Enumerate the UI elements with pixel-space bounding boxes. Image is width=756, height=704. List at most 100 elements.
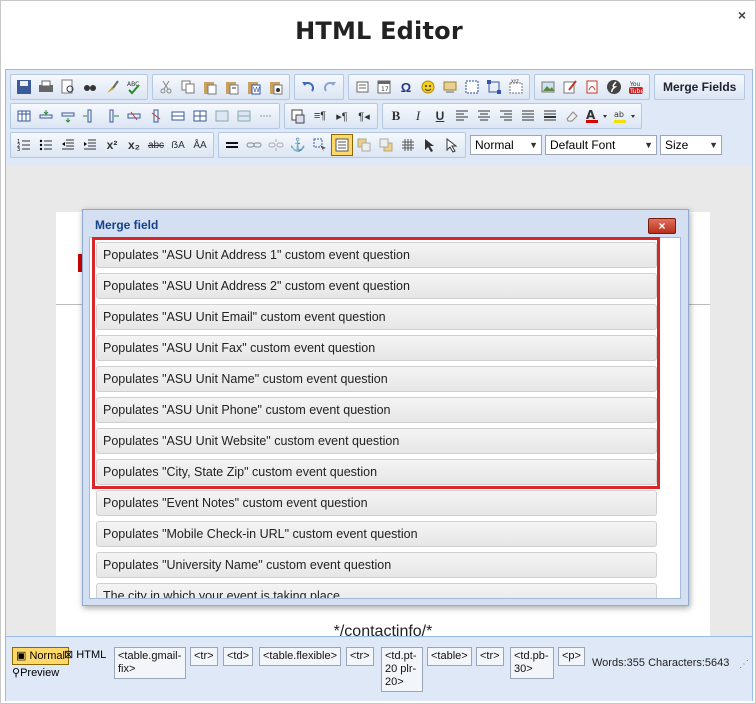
paste-text-icon[interactable] xyxy=(221,76,243,98)
find-icon[interactable] xyxy=(79,76,101,98)
italic-icon[interactable]: I xyxy=(407,105,429,127)
hr-small-icon[interactable] xyxy=(255,105,277,127)
merge-field-item[interactable]: Populates "City, State Zip" custom event… xyxy=(96,459,657,485)
breadcrumb-item[interactable]: <tr> xyxy=(190,647,218,666)
table-icon[interactable] xyxy=(13,105,35,127)
rtl-icon[interactable] xyxy=(287,105,309,127)
spellcheck-icon[interactable]: ABC xyxy=(123,76,145,98)
justify-icon[interactable] xyxy=(517,105,539,127)
paste-html-icon[interactable] xyxy=(265,76,287,98)
table-props-icon[interactable] xyxy=(233,105,255,127)
breadcrumb-item[interactable]: <td> xyxy=(223,647,254,666)
breadcrumb-item[interactable]: <table.gmail-fix> xyxy=(114,647,186,679)
merge-field-item[interactable]: Populates "ASU Unit Phone" custom event … xyxy=(96,397,657,423)
font-select[interactable]: Default Font ▼ xyxy=(545,135,657,155)
insert-form-icon[interactable] xyxy=(351,76,373,98)
format-select[interactable]: Normal ▼ xyxy=(470,135,542,155)
merge-cells-icon[interactable] xyxy=(167,105,189,127)
breadcrumb-item[interactable]: <table.flexible> xyxy=(259,647,341,666)
show-borders-icon[interactable] xyxy=(461,76,483,98)
ordered-list-icon[interactable]: 123 xyxy=(13,134,35,156)
paragraph-rtl-icon[interactable]: ¶◂ xyxy=(353,105,375,127)
image-map-icon[interactable] xyxy=(439,76,461,98)
pointer-icon[interactable] xyxy=(419,134,441,156)
image-icon[interactable] xyxy=(537,76,559,98)
template-icon[interactable]: XYZ xyxy=(505,76,527,98)
merge-field-item[interactable]: Populates "ASU Unit Website" custom even… xyxy=(96,428,657,454)
underline-icon[interactable]: U xyxy=(429,105,451,127)
insert-date-icon[interactable]: 17 xyxy=(373,76,395,98)
unlink-icon[interactable] xyxy=(265,134,287,156)
select-icon[interactable] xyxy=(309,134,331,156)
bold-icon[interactable]: B xyxy=(385,105,407,127)
grid-icon[interactable] xyxy=(397,134,419,156)
paste-icon[interactable] xyxy=(199,76,221,98)
merge-field-list[interactable]: Populates "ASU Unit Address 1" custom ev… xyxy=(89,237,681,599)
cell-props-icon[interactable] xyxy=(211,105,233,127)
save-icon[interactable] xyxy=(13,76,35,98)
layers-icon[interactable] xyxy=(375,134,397,156)
split-cells-icon[interactable] xyxy=(189,105,211,127)
strike-format-icon[interactable] xyxy=(539,105,561,127)
anchor-box-icon[interactable] xyxy=(483,76,505,98)
indent-icon[interactable] xyxy=(79,134,101,156)
copy-icon[interactable] xyxy=(177,76,199,98)
preview-icon[interactable] xyxy=(57,76,79,98)
special-char-icon[interactable]: Ω xyxy=(395,76,417,98)
redo-icon[interactable] xyxy=(319,76,341,98)
breadcrumb-item[interactable]: <p> xyxy=(558,647,585,666)
insert-col-left-icon[interactable] xyxy=(79,105,101,127)
outdent-icon[interactable] xyxy=(57,134,79,156)
superscript-icon[interactable]: x² xyxy=(101,134,123,156)
merge-field-item[interactable]: Populates "ASU Unit Address 1" custom ev… xyxy=(96,242,657,268)
merge-fields-button[interactable]: Merge Fields xyxy=(657,76,742,98)
paste-word-icon[interactable]: W xyxy=(243,76,265,98)
paragraph-icon[interactable]: ▸¶ xyxy=(331,105,353,127)
breadcrumb-item[interactable]: <tr> xyxy=(346,647,374,666)
flash-icon[interactable] xyxy=(603,76,625,98)
subscript-icon[interactable]: x₂ xyxy=(123,134,145,156)
clean-icon[interactable] xyxy=(101,76,123,98)
resize-grip-icon[interactable]: ⋰ xyxy=(739,659,749,670)
strikethrough-icon[interactable]: abc xyxy=(145,134,167,156)
case-icon[interactable]: ẞA xyxy=(167,134,189,156)
insert-row-above-icon[interactable] xyxy=(35,105,57,127)
insert-col-right-icon[interactable] xyxy=(101,105,123,127)
merge-field-item[interactable]: Populates "ASU Unit Email" custom event … xyxy=(96,304,657,330)
highlight-color-icon[interactable]: ab xyxy=(611,105,639,127)
print-icon[interactable] xyxy=(35,76,57,98)
case-alt-icon[interactable]: ÅA xyxy=(189,134,211,156)
horizontal-rule-icon[interactable] xyxy=(221,134,243,156)
mode-normal-button[interactable]: ▣ Normal xyxy=(12,647,69,665)
align-center-icon[interactable] xyxy=(473,105,495,127)
eraser-icon[interactable] xyxy=(561,105,583,127)
merge-field-item[interactable]: The city in which your event is taking p… xyxy=(96,583,657,598)
delete-col-icon[interactable] xyxy=(145,105,167,127)
merge-field-item[interactable]: Populates "ASU Unit Name" custom event q… xyxy=(96,366,657,392)
youtube-icon[interactable]: You Tube xyxy=(625,76,647,98)
merge-field-item[interactable]: Populates "ASU Unit Address 2" custom ev… xyxy=(96,273,657,299)
font-color-icon[interactable]: A xyxy=(583,105,611,127)
text-box-icon[interactable] xyxy=(331,134,353,156)
merge-field-item[interactable]: Populates "Mobile Check-in URL" custom e… xyxy=(96,521,657,547)
merge-field-item[interactable]: Populates "ASU Unit Fax" custom event qu… xyxy=(96,335,657,361)
anchor-icon[interactable]: ⚓ xyxy=(287,134,309,156)
close-dialog-button[interactable]: × xyxy=(734,7,750,23)
mode-preview-button[interactable]: ⚲Preview xyxy=(12,665,59,681)
pointer-alt-icon[interactable] xyxy=(441,134,463,156)
ltr-icon[interactable]: ≡¶ xyxy=(309,105,331,127)
link-icon[interactable] xyxy=(243,134,265,156)
breadcrumb-item[interactable]: <td.pt-20 plr-20> xyxy=(381,647,423,692)
mode-html-button[interactable]: ⊠ HTML xyxy=(64,647,106,663)
align-left-icon[interactable] xyxy=(451,105,473,127)
delete-row-icon[interactable] xyxy=(123,105,145,127)
merge-field-item[interactable]: Populates "Event Notes" custom event que… xyxy=(96,490,657,516)
breadcrumb-item[interactable]: <table> xyxy=(427,647,472,666)
breadcrumb-item[interactable]: <td.pb-30> xyxy=(510,647,554,679)
pdf-icon[interactable] xyxy=(581,76,603,98)
size-select[interactable]: Size ▼ xyxy=(660,135,722,155)
insert-row-below-icon[interactable] xyxy=(57,105,79,127)
undo-icon[interactable] xyxy=(297,76,319,98)
unordered-list-icon[interactable] xyxy=(35,134,57,156)
align-right-icon[interactable] xyxy=(495,105,517,127)
